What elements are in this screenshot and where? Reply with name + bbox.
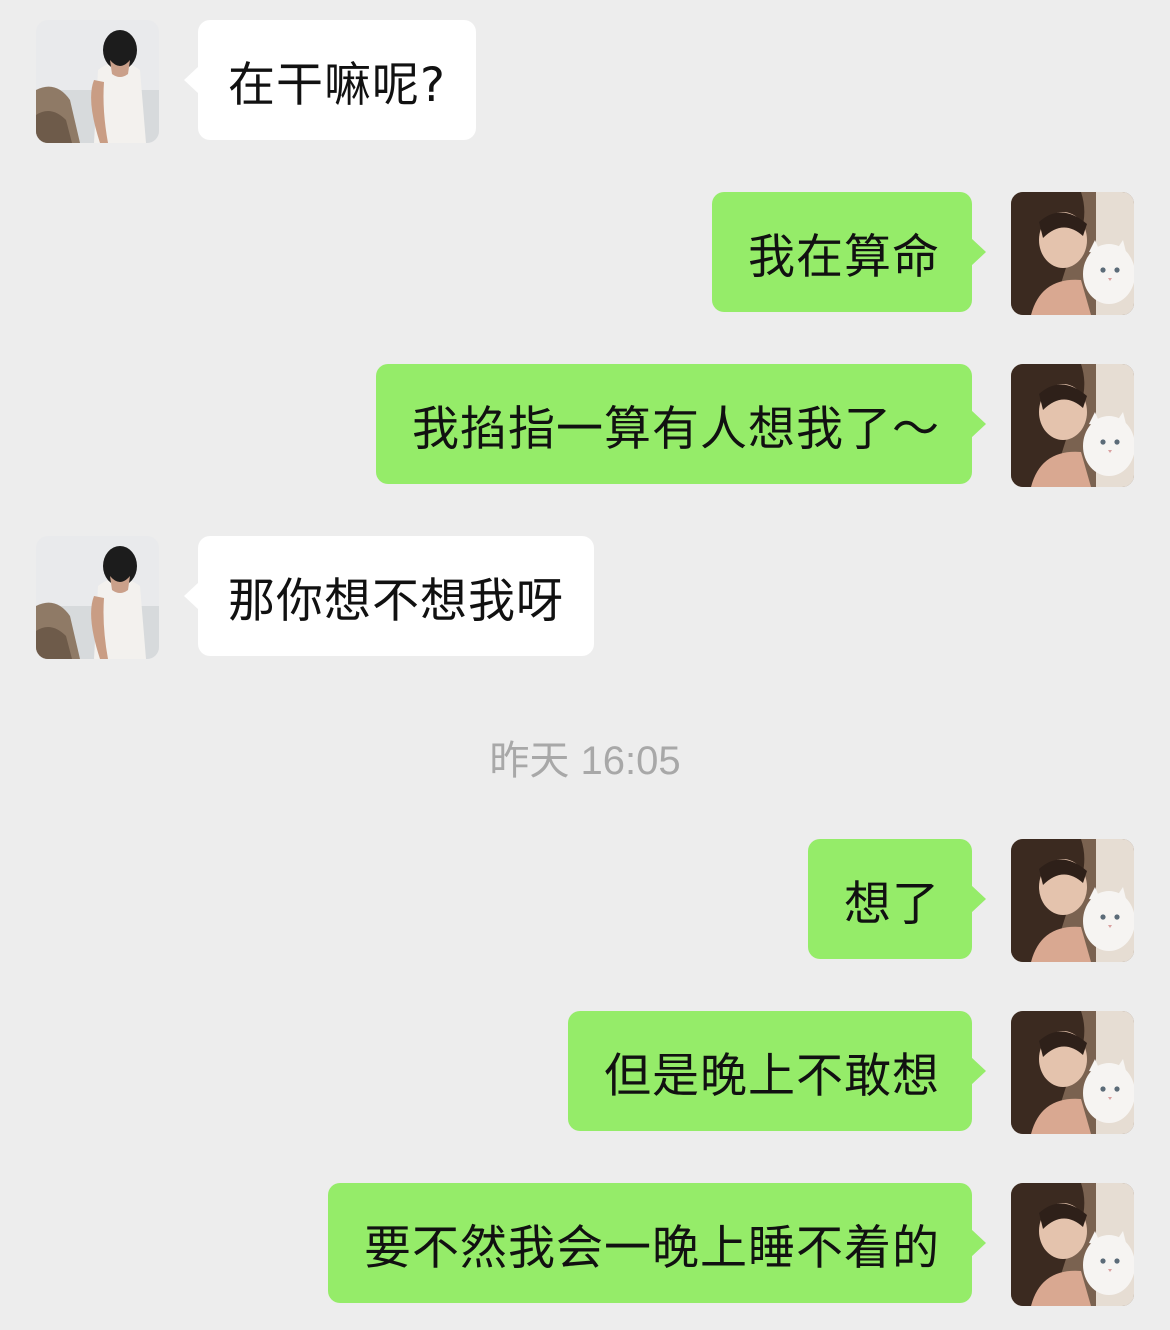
message-text: 那你想不想我呀	[228, 573, 564, 629]
message-text: 但是晚上不敢想	[604, 1048, 940, 1104]
message-text: 想了	[844, 876, 940, 932]
self-avatar[interactable]	[1011, 1183, 1134, 1306]
contact-avatar-image	[36, 536, 159, 659]
message-timestamp: 昨天 16:05	[489, 739, 681, 783]
message-text: 我掐指一算有人想我了～	[412, 401, 940, 457]
message-text: 在干嘛呢?	[228, 57, 446, 113]
self-avatar[interactable]	[1011, 1011, 1134, 1134]
message-bubble-incoming[interactable]: 在干嘛呢?	[184, 20, 476, 140]
message-bubble-outgoing[interactable]: 我在算命	[712, 192, 986, 312]
message-bubble-outgoing[interactable]: 我掐指一算有人想我了～	[376, 364, 986, 484]
self-avatar-image	[1011, 364, 1134, 487]
self-avatar[interactable]	[1011, 364, 1134, 487]
contact-avatar[interactable]	[36, 536, 159, 659]
contact-avatar[interactable]	[36, 20, 159, 143]
message-text: 要不然我会一晚上睡不着的	[364, 1220, 940, 1276]
message-bubble-incoming[interactable]: 那你想不想我呀	[184, 536, 594, 656]
message-bubble-outgoing[interactable]: 想了	[808, 839, 986, 959]
self-avatar[interactable]	[1011, 839, 1134, 962]
self-avatar[interactable]	[1011, 192, 1134, 315]
message-bubble-outgoing[interactable]: 但是晚上不敢想	[568, 1011, 986, 1131]
message-text: 我在算命	[748, 229, 940, 285]
self-avatar-image	[1011, 1183, 1134, 1306]
self-avatar-image	[1011, 839, 1134, 962]
self-avatar-image	[1011, 1011, 1134, 1134]
contact-avatar-image	[36, 20, 159, 143]
self-avatar-image	[1011, 192, 1134, 315]
message-bubble-outgoing[interactable]: 要不然我会一晚上睡不着的	[328, 1183, 986, 1303]
chat-area[interactable]: 在干嘛呢? 我在算命 我掐指一算有人想我了～ 那你想不想我呀 昨天 16:05 …	[0, 0, 1170, 1330]
